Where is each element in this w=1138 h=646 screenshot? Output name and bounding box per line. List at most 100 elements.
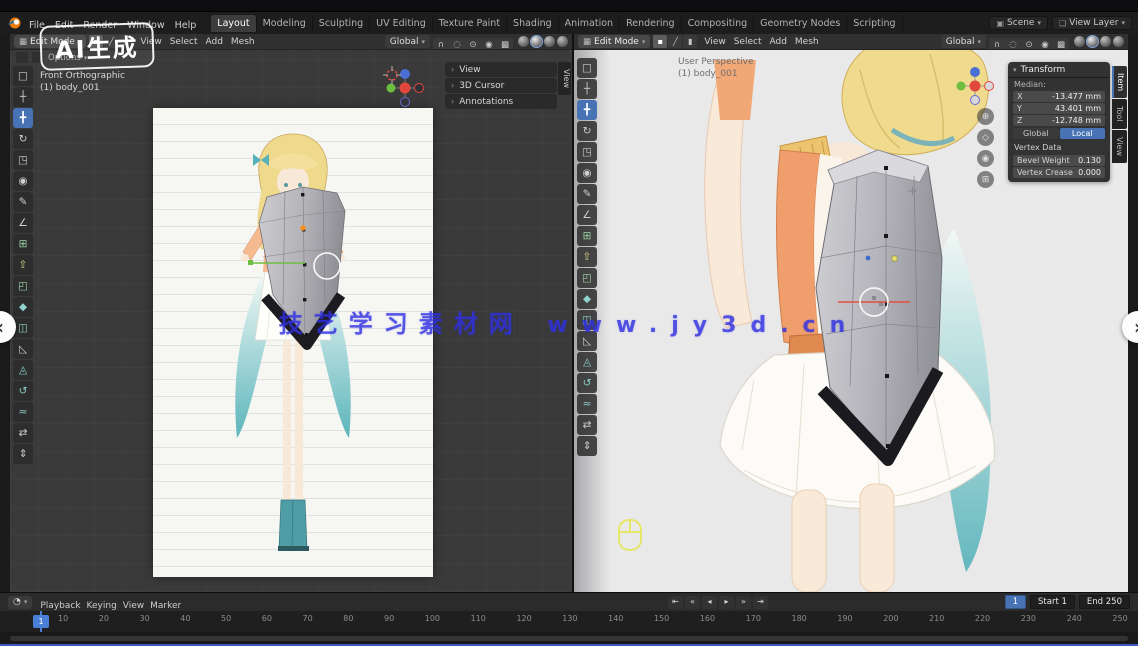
- transform-tool[interactable]: ◉: [577, 163, 597, 183]
- view-layer-selector[interactable]: ❏View Layer▾: [1052, 16, 1132, 30]
- navigation-gizmo[interactable]: [383, 66, 427, 110]
- loop-cut-tool[interactable]: ◫: [13, 318, 33, 338]
- median-axis-field[interactable]: X-13.477 mm: [1013, 91, 1105, 102]
- add-cube-tool[interactable]: ⊞: [577, 226, 597, 246]
- transform-tool[interactable]: ◉: [13, 171, 33, 191]
- cursor-tool[interactable]: ┼: [577, 79, 597, 99]
- pan-icon[interactable]: ◇: [977, 129, 994, 146]
- measure-tool[interactable]: ∠: [13, 213, 33, 233]
- spin-tool[interactable]: ↺: [577, 373, 597, 393]
- active-tool-icon[interactable]: [16, 52, 28, 63]
- space-toggle-button[interactable]: Local: [1060, 128, 1106, 139]
- wireframe-shading-button[interactable]: [518, 36, 529, 47]
- overlays-icon[interactable]: ◉: [1037, 38, 1053, 50]
- blender-logo-icon[interactable]: [6, 16, 22, 30]
- timeline-scrollbar[interactable]: [10, 636, 1128, 641]
- workspace-tab[interactable]: UV Editing: [370, 15, 433, 32]
- sidebar-tab[interactable]: View: [1112, 130, 1127, 163]
- rendered-shading-button[interactable]: [557, 36, 568, 47]
- viewport-menu[interactable]: View: [700, 37, 729, 47]
- knife-tool[interactable]: ◺: [13, 339, 33, 359]
- jump-to-end-button[interactable]: ⇥: [753, 596, 768, 609]
- shrink-fatten-tool[interactable]: ⇕: [13, 444, 33, 464]
- viewport-menu[interactable]: Mesh: [227, 37, 259, 47]
- mode-dropdown[interactable]: ▦Edit Mode▾: [578, 35, 650, 48]
- navigation-gizmo[interactable]: [953, 64, 997, 108]
- timeline-menu[interactable]: Marker: [147, 601, 184, 611]
- select-box-tool[interactable]: □: [577, 58, 597, 78]
- scene-selector[interactable]: ▣Scene▾: [989, 16, 1048, 30]
- cursor-tool[interactable]: ┼: [13, 87, 33, 107]
- solid-shading-button[interactable]: [531, 36, 542, 47]
- extrude-region-tool[interactable]: ⇧: [577, 247, 597, 267]
- jump-to-start-button[interactable]: ⇤: [668, 596, 683, 609]
- bevel-tool[interactable]: ◆: [13, 297, 33, 317]
- sidebar-tab-view[interactable]: View: [558, 62, 571, 95]
- transform-panel-header[interactable]: ▾Transform: [1008, 62, 1110, 78]
- workspace-tab[interactable]: Scripting: [847, 15, 902, 32]
- face-select-button[interactable]: ▮: [683, 35, 697, 48]
- select-box-tool[interactable]: □: [13, 66, 33, 86]
- workspace-tab[interactable]: Animation: [559, 15, 620, 32]
- space-toggle-button[interactable]: Global: [1013, 128, 1059, 139]
- pivot-point-icon[interactable]: ⊙: [465, 38, 481, 50]
- solid-shading-button[interactable]: [1087, 36, 1098, 47]
- viewport-menu[interactable]: Mesh: [791, 37, 823, 47]
- workspace-tab[interactable]: Sculpting: [313, 15, 370, 32]
- inset-faces-tool[interactable]: ◰: [13, 276, 33, 296]
- timeline-menu[interactable]: Keying: [84, 601, 120, 611]
- median-axis-field[interactable]: Y43.401 mm: [1013, 103, 1105, 114]
- camera-view-icon[interactable]: ◉: [977, 150, 994, 167]
- workspace-tab[interactable]: Layout: [211, 15, 256, 32]
- measure-tool[interactable]: ∠: [577, 205, 597, 225]
- poly-build-tool[interactable]: ◬: [577, 352, 597, 372]
- smooth-tool[interactable]: ≈: [13, 402, 33, 422]
- workspace-tab[interactable]: Texture Paint: [433, 15, 507, 32]
- wireframe-shading-button[interactable]: [1074, 36, 1085, 47]
- overlays-icon[interactable]: ◉: [481, 38, 497, 50]
- play-reverse-button[interactable]: ◂: [702, 596, 717, 609]
- move-tool[interactable]: ╋: [13, 108, 33, 128]
- shrink-fatten-tool[interactable]: ⇕: [577, 436, 597, 456]
- move-tool[interactable]: ╋: [577, 100, 597, 120]
- workspace-tab[interactable]: Shading: [507, 15, 559, 32]
- sidebar-section[interactable]: ›View: [445, 62, 557, 77]
- smooth-tool[interactable]: ≈: [577, 394, 597, 414]
- rotate-tool[interactable]: ↻: [13, 129, 33, 149]
- workspace-tab[interactable]: Geometry Nodes: [754, 15, 847, 32]
- vertex-data-field[interactable]: Vertex Crease0.000: [1013, 167, 1105, 178]
- annotate-tool[interactable]: ✎: [13, 192, 33, 212]
- next-keyframe-button[interactable]: »: [736, 596, 751, 609]
- zoom-icon[interactable]: ⊕: [977, 108, 994, 125]
- frame-start-field[interactable]: Start 1: [1030, 595, 1075, 609]
- prev-keyframe-button[interactable]: «: [685, 596, 700, 609]
- current-frame-field[interactable]: 1: [1005, 595, 1026, 609]
- rendered-shading-button[interactable]: [1113, 36, 1124, 47]
- xray-icon[interactable]: ▩: [497, 38, 513, 50]
- annotate-tool[interactable]: ✎: [577, 184, 597, 204]
- playhead-frame-badge[interactable]: 1: [33, 615, 49, 628]
- xray-icon[interactable]: ▩: [1053, 38, 1069, 50]
- rotate-tool[interactable]: ↻: [577, 121, 597, 141]
- extrude-region-tool[interactable]: ⇧: [13, 255, 33, 275]
- timeline-menu[interactable]: Playback: [37, 601, 83, 611]
- snap-magnet-icon[interactable]: ∩: [433, 38, 449, 50]
- sidebar-tab[interactable]: Tool: [1112, 99, 1127, 129]
- inset-faces-tool[interactable]: ◰: [577, 268, 597, 288]
- timeline-menu[interactable]: View: [120, 601, 147, 611]
- edge-slide-tool[interactable]: ⇄: [577, 415, 597, 435]
- proportional-edit-icon[interactable]: ◌: [449, 38, 465, 50]
- edge-select-button[interactable]: ╱: [668, 35, 682, 48]
- viewport-menu[interactable]: Select: [166, 37, 202, 47]
- material-shading-button[interactable]: [544, 36, 555, 47]
- sidebar-tab[interactable]: Item: [1112, 66, 1127, 98]
- edge-slide-tool[interactable]: ⇄: [13, 423, 33, 443]
- workspace-tab[interactable]: Rendering: [620, 15, 682, 32]
- workspace-tab[interactable]: Compositing: [682, 15, 755, 32]
- editor-type-dropdown[interactable]: ◔▾: [8, 596, 32, 609]
- vertex-data-field[interactable]: Bevel Weight0.130: [1013, 155, 1105, 166]
- material-shading-button[interactable]: [1100, 36, 1111, 47]
- workspace-tab[interactable]: Modeling: [257, 15, 313, 32]
- median-axis-field[interactable]: Z-12.748 mm: [1013, 115, 1105, 126]
- vertex-select-button[interactable]: ▪: [653, 35, 667, 48]
